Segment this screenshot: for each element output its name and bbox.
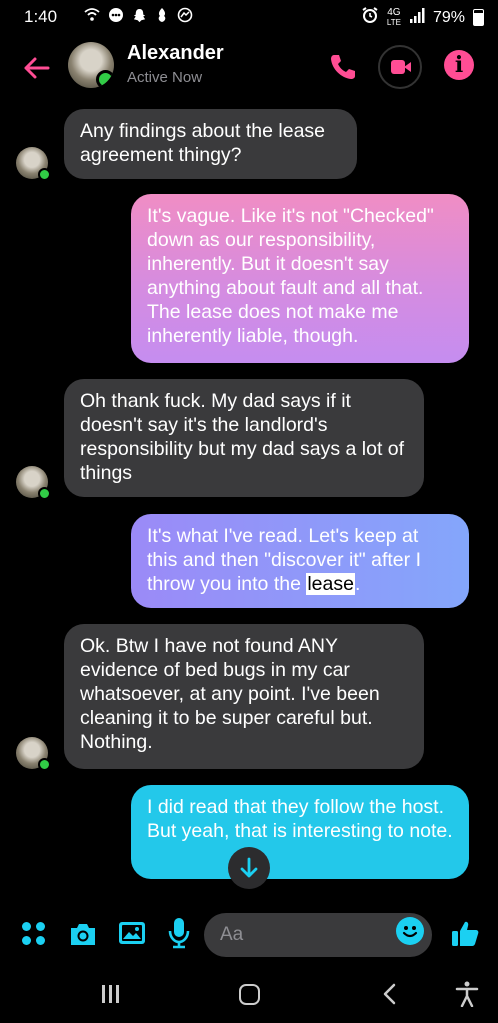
snapchat-icon: [132, 8, 147, 26]
input-placeholder: Aa: [220, 924, 244, 945]
message-incoming[interactable]: Oh thank fuck. My dad says if it doesn't…: [64, 379, 424, 497]
conversation-header: Alexander Active Now i: [0, 36, 498, 100]
message-incoming[interactable]: Ok. Btw I have not found ANY evidence of…: [64, 624, 424, 769]
video-icon: [391, 60, 405, 74]
thumbs-up-icon[interactable]: [450, 918, 480, 948]
presence-status: Active Now: [127, 69, 203, 86]
back-arrow-icon[interactable]: [18, 50, 54, 86]
payment-icon: [155, 7, 169, 26]
wifi-calling-icon: [84, 8, 100, 25]
network-type: 4G LTE: [386, 6, 401, 27]
scroll-down-button[interactable]: [228, 847, 270, 889]
home-icon[interactable]: [239, 984, 260, 1005]
contact-name[interactable]: Alexander: [127, 42, 224, 65]
message-outgoing[interactable]: It's vague. Like it's not "Checked" down…: [131, 194, 469, 363]
system-nav-bar: [0, 965, 498, 1023]
scroll-down-icon: [240, 857, 258, 878]
contact-avatar[interactable]: [68, 42, 114, 88]
avatar[interactable]: [16, 147, 51, 181]
online-indicator: [96, 70, 114, 88]
image-icon[interactable]: [117, 919, 147, 947]
battery-percent: 79%: [432, 8, 465, 26]
message-outgoing[interactable]: I did read that they follow the host. Bu…: [131, 785, 469, 879]
message-text: It's what I've read. Let's keep at this …: [147, 525, 421, 595]
alarm-icon: [361, 6, 379, 29]
message-incoming[interactable]: Any findings about the lease agreement t…: [64, 109, 357, 179]
avatar[interactable]: [16, 737, 51, 771]
phone-icon[interactable]: [328, 52, 358, 82]
message-composer: Aa: [0, 905, 498, 965]
status-bar: 1:40 4G LTE 79%: [0, 0, 498, 34]
emoji-icon[interactable]: [396, 917, 424, 945]
nav-back-icon[interactable]: [381, 983, 397, 1005]
recent-apps-icon[interactable]: [100, 985, 122, 1003]
apps-icon[interactable]: [22, 922, 46, 946]
message-text-end: .: [354, 573, 361, 595]
messenger-notif-icon: [108, 7, 124, 26]
info-icon[interactable]: i: [444, 50, 474, 80]
message-outgoing[interactable]: It's what I've read. Let's keep at this …: [131, 514, 469, 608]
status-right: 4G LTE 79%: [361, 6, 484, 29]
status-time: 1:40: [24, 7, 58, 26]
microphone-icon[interactable]: [167, 916, 191, 950]
battery-icon: [473, 9, 484, 26]
notification-icons: [84, 7, 193, 26]
camera-icon[interactable]: [68, 920, 98, 948]
video-call-button[interactable]: [378, 45, 422, 89]
accessibility-icon[interactable]: [455, 981, 479, 1008]
avatar[interactable]: [16, 466, 51, 500]
messenger-chat-icon: [177, 7, 193, 26]
signal-icon: [409, 7, 425, 28]
selected-text[interactable]: lease: [306, 573, 355, 595]
